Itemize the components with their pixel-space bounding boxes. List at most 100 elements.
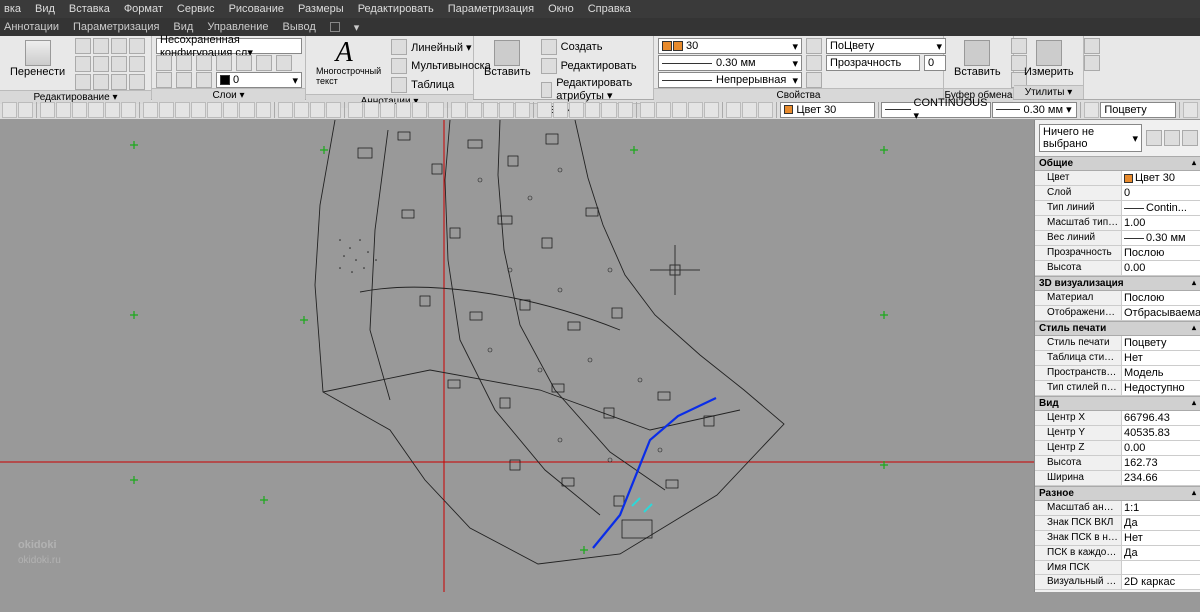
layer-icon[interactable] [176, 72, 192, 88]
expand-icon[interactable] [330, 22, 340, 32]
transparency-combo[interactable]: Прозрачность [826, 55, 920, 71]
tb-icon[interactable] [380, 102, 395, 118]
tb-icon[interactable] [88, 102, 103, 118]
menu-item[interactable]: Формат [124, 3, 163, 15]
prop-value[interactable]: Да [1121, 546, 1200, 560]
prop-row[interactable]: Центр X66796.43 [1035, 411, 1200, 426]
prop-value[interactable]: Цвет 30 [1121, 171, 1200, 185]
tb-icon[interactable] [1084, 102, 1099, 118]
lineweight-combo[interactable]: 0.30 мм▾ [658, 55, 802, 71]
prop-row[interactable]: Высота0.00 [1035, 261, 1200, 276]
layer-icon[interactable] [236, 55, 252, 71]
prop-row[interactable]: Вес линий0.30 мм [1035, 231, 1200, 246]
prop-value[interactable]: 2D каркас [1121, 575, 1200, 589]
tb-icon[interactable] [294, 102, 309, 118]
tb-icon[interactable] [256, 102, 271, 118]
tb-icon[interactable] [364, 102, 379, 118]
mtext-button[interactable]: A Многострочный текст [310, 38, 387, 88]
tb-icon[interactable] [499, 102, 514, 118]
tb-ltype-combo[interactable]: CONTINUOUS ▾ [881, 102, 991, 118]
tb-icon[interactable] [585, 102, 600, 118]
prop-row[interactable]: Масштаб типа л...1.00 [1035, 216, 1200, 231]
prop-value[interactable]: 1:1 [1121, 501, 1200, 515]
menu-item[interactable]: вка [4, 3, 21, 15]
prop-row[interactable]: Центр Z0.00 [1035, 441, 1200, 456]
panel-title[interactable]: Свойства [654, 88, 943, 102]
prop-row[interactable]: ЦветЦвет 30 [1035, 171, 1200, 186]
prop-value[interactable]: 0.30 мм [1121, 231, 1200, 245]
current-layer-combo[interactable]: 0▾ [216, 72, 302, 88]
qselect-icon[interactable] [1164, 130, 1180, 146]
tb-icon[interactable] [569, 102, 584, 118]
prop-row[interactable]: Тип стилей печатиНедоступно [1035, 381, 1200, 396]
tb-icon[interactable] [704, 102, 719, 118]
tool-icon[interactable] [75, 74, 91, 90]
prop-row[interactable]: Знак ПСК ВКЛДа [1035, 516, 1200, 531]
prop-value[interactable]: Поцвету [1121, 336, 1200, 350]
tb-icon[interactable] [672, 102, 687, 118]
prop-value[interactable]: 162.73 [1121, 456, 1200, 470]
bycolor-combo[interactable]: ПоЦвету▾ [826, 38, 946, 54]
tb-icon[interactable] [191, 102, 206, 118]
prop-value[interactable]: Нет [1121, 351, 1200, 365]
prop-value[interactable]: Отбрасываема... [1121, 306, 1200, 320]
tb-icon[interactable] [105, 102, 120, 118]
tb-icon[interactable] [742, 102, 757, 118]
tb-icon[interactable] [1183, 102, 1198, 118]
tb-icon[interactable] [278, 102, 293, 118]
tool-icon[interactable] [93, 74, 109, 90]
tool-icon[interactable] [111, 56, 127, 72]
prop-row[interactable]: Высота162.73 [1035, 456, 1200, 471]
tb-icon[interactable] [467, 102, 482, 118]
tb-icon[interactable] [72, 102, 87, 118]
layer-icon[interactable] [276, 55, 292, 71]
menu-item[interactable]: Размеры [298, 3, 344, 15]
layer-icon[interactable] [196, 72, 212, 88]
prop-row[interactable]: Имя ПСК [1035, 561, 1200, 575]
tool-icon[interactable] [111, 74, 127, 90]
prop-row[interactable]: ПрозрачностьПослою [1035, 246, 1200, 261]
prop-row[interactable]: Масштаб аннота...1:1 [1035, 501, 1200, 516]
paste-button[interactable]: Вставить [948, 38, 1007, 80]
tb-icon[interactable] [310, 102, 325, 118]
menu-item[interactable]: Окно [548, 3, 574, 15]
tb-icon[interactable] [640, 102, 655, 118]
edit-block-button[interactable]: Редактировать [541, 57, 649, 75]
menu-item[interactable]: Параметризация [448, 3, 534, 15]
prop-row[interactable]: МатериалПослою [1035, 291, 1200, 306]
prop-value[interactable]: Модель [1121, 366, 1200, 380]
prop-row[interactable]: Ширина234.66 [1035, 471, 1200, 486]
prop-value[interactable]: 1.00 [1121, 216, 1200, 230]
layer-icon[interactable] [176, 55, 192, 71]
prop-value[interactable]: 234.66 [1121, 471, 1200, 485]
measure-button[interactable]: Измерить [1018, 38, 1080, 80]
menu-item[interactable]: Вставка [69, 3, 110, 15]
prop-row[interactable]: Центр Y40535.83 [1035, 426, 1200, 441]
prop-section-header[interactable]: Стиль печати [1035, 321, 1200, 336]
tb-icon[interactable] [348, 102, 363, 118]
layer-config-combo[interactable]: Несохраненная конфигурация сл▾ [156, 38, 302, 54]
linetype-combo[interactable]: Непрерывная▾ [658, 72, 802, 88]
prop-value[interactable]: 0 [1121, 186, 1200, 200]
util-icon[interactable] [1084, 38, 1100, 54]
menu-item[interactable]: Редактировать [358, 3, 434, 15]
prop-section-header[interactable]: Общие [1035, 156, 1200, 171]
tb-icon[interactable] [412, 102, 427, 118]
tb-icon[interactable] [223, 102, 238, 118]
tb-icon[interactable] [656, 102, 671, 118]
move-button[interactable]: Перенести [4, 38, 71, 80]
prop-value[interactable]: 0.00 [1121, 441, 1200, 455]
tb-icon[interactable] [601, 102, 616, 118]
menu-item[interactable]: Справка [588, 3, 631, 15]
panel-title[interactable]: Слои ▾ [152, 88, 305, 102]
props-icon[interactable] [806, 55, 822, 71]
tb-icon[interactable] [618, 102, 633, 118]
tb-icon[interactable] [18, 102, 33, 118]
menu-item[interactable]: Вид [35, 3, 55, 15]
tb-icon[interactable] [326, 102, 341, 118]
tab[interactable]: Управление [207, 21, 268, 33]
prop-value[interactable]: Нет [1121, 531, 1200, 545]
prop-section-header[interactable]: Разное [1035, 486, 1200, 501]
list-icon[interactable] [806, 72, 822, 88]
prop-row[interactable]: Визуальный стиль2D каркас [1035, 575, 1200, 590]
